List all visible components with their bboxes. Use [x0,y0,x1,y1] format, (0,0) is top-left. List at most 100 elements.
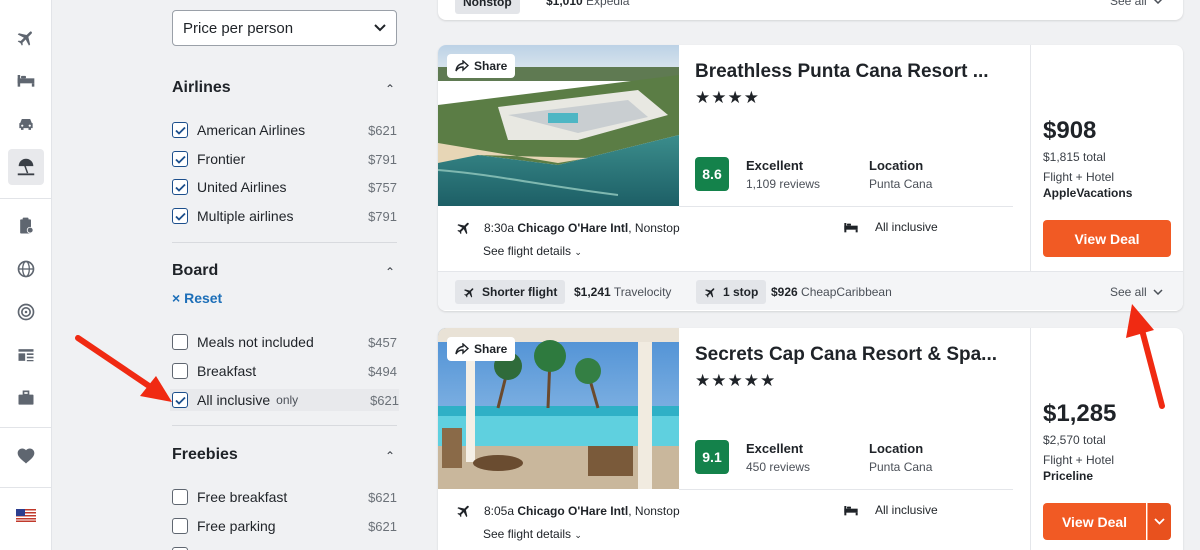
filter-price: $621 [368,489,397,505]
section-divider [172,242,397,243]
filter-price: $621 [370,392,399,408]
review-count[interactable]: 1,109 reviews [746,177,820,191]
checkbox-icon[interactable] [172,334,188,350]
checkbox-checked-icon[interactable] [172,208,188,224]
checkbox-checked-icon[interactable] [172,392,188,408]
filter-row-free-breakfast[interactable]: Free breakfast $621 [172,486,397,508]
view-deal-button[interactable]: View Deal [1043,220,1171,257]
location-value: Punta Cana [869,460,933,474]
provider-name: AppleVacations [1043,186,1133,200]
price-per-person: $1,285 [1043,400,1117,427]
plane-icon [705,287,715,297]
car-icon[interactable] [8,106,44,142]
filter-row-meals-not-included[interactable]: Meals not included $457 [172,331,397,353]
checkbox-icon[interactable] [172,518,188,534]
filter-panel: Price per person Airlines ⌃ American Air… [52,0,425,550]
checkbox-checked-icon[interactable] [172,151,188,167]
bed-icon[interactable] [8,62,44,98]
beach-umbrella-icon[interactable] [8,149,44,185]
divider [679,489,1013,490]
heart-icon[interactable] [8,438,44,474]
briefcase-icon[interactable] [8,380,44,416]
chevron-down-icon [374,24,386,32]
chevron-down-icon [1154,518,1165,525]
filter-label: Frontier [197,151,246,167]
hotel-photo[interactable]: Share [438,45,679,206]
filter-row-all-inclusive[interactable]: All inclusive only $621 [170,389,399,411]
result-card[interactable]: Share Breathless Punta Cana Resort ... ★… [438,45,1183,311]
chevron-up-icon[interactable]: ⌃ [385,82,395,96]
filter-row-american[interactable]: American Airlines $621 [172,119,397,141]
freebies-section-title[interactable]: Freebies [172,446,238,464]
filter-row-free-parking[interactable]: Free parking $621 [172,515,397,537]
filter-label: Free parking [197,518,276,534]
star-rating: ★★★★ [695,88,760,107]
filter-price: $621 [368,122,397,138]
see-flight-details-link[interactable]: See flight details ⌄ [483,527,582,541]
plane-icon [464,287,474,297]
checkbox-checked-icon[interactable] [172,179,188,195]
review-score-badge: 8.6 [695,157,729,191]
nav-rail [0,0,52,550]
price-divider [1030,328,1031,550]
target-icon[interactable] [8,294,44,330]
hotel-photo[interactable]: Share [438,328,679,489]
plane-icon[interactable] [8,20,44,56]
board-section-title[interactable]: Board [172,262,218,280]
globe-icon[interactable] [8,251,44,287]
board-type: All inclusive [843,503,938,517]
view-deal-button[interactable]: View Deal [1043,503,1146,540]
filter-price: $621 [368,518,397,534]
filter-label: All inclusive [197,392,271,408]
filter-price: $757 [368,179,397,195]
flight-summary: 8:05a Chicago O'Hare Intl, Nonstop [456,503,680,519]
filter-price: $457 [368,334,397,350]
price-divider [1030,45,1031,271]
filter-row-partial[interactable] [172,544,397,550]
more-deals-dropdown[interactable] [1147,503,1171,540]
filter-row-frontier[interactable]: Frontier $791 [172,148,397,170]
news-icon[interactable] [8,337,44,373]
hotel-name[interactable]: Secrets Cap Cana Resort & Spa... [695,344,1015,366]
shorter-flight-chip[interactable]: Shorter flight [455,280,566,304]
rating-label: Excellent [746,441,804,456]
filter-label: Free breakfast [197,489,288,505]
share-button[interactable]: Share [447,54,516,78]
filter-row-breakfast[interactable]: Breakfast $494 [172,360,397,382]
filter-price: $791 [368,151,397,167]
review-count[interactable]: 450 reviews [746,460,810,474]
filter-label: American Airlines [197,122,306,138]
star-rating: ★★★★★ [695,371,777,390]
total-price: $2,570 total [1043,433,1106,447]
see-all-link[interactable]: See all [1110,0,1163,8]
board-reset-link[interactable]: × Reset [172,290,222,306]
us-flag-icon[interactable] [8,497,44,533]
sort-select[interactable]: Price per person [172,10,397,46]
checkbox-checked-icon[interactable] [172,122,188,138]
nonstop-chip[interactable]: Nonstop [455,0,520,14]
filter-row-united[interactable]: United Airlines $757 [172,176,397,198]
rating-label: Excellent [746,158,804,173]
provider-name: Priceline [1043,469,1094,483]
only-link[interactable]: only [276,393,298,407]
result-card[interactable]: Share Secrets Cap Cana Resort & Spa... ★… [438,328,1183,550]
checkbox-icon[interactable] [172,489,188,505]
hotel-name[interactable]: Breathless Punta Cana Resort ... [695,61,1015,83]
filter-row-multiple[interactable]: Multiple airlines $791 [172,205,397,227]
results-list: Nonstop $1,010 Expedia See all Share Bre… [425,0,1200,550]
alt-deal-2[interactable]: $926 CheapCaribbean [771,285,892,299]
bed-icon [844,506,858,516]
alt-deal-1[interactable]: $1,241 Travelocity [574,285,671,299]
see-all-link[interactable]: See all [1110,285,1163,299]
alt-deal[interactable]: $1,010 Expedia [546,0,629,8]
share-icon [455,60,469,72]
checkbox-icon[interactable] [172,363,188,379]
chevron-up-icon[interactable]: ⌃ [385,449,395,463]
chevron-up-icon[interactable]: ⌃ [385,265,395,279]
one-stop-chip[interactable]: 1 stop [696,280,767,304]
see-flight-details-link[interactable]: See flight details ⌄ [483,244,582,258]
section-divider [172,425,397,426]
airlines-section-title[interactable]: Airlines [172,79,231,97]
share-button[interactable]: Share [447,337,516,361]
clipboard-icon[interactable] [8,208,44,244]
